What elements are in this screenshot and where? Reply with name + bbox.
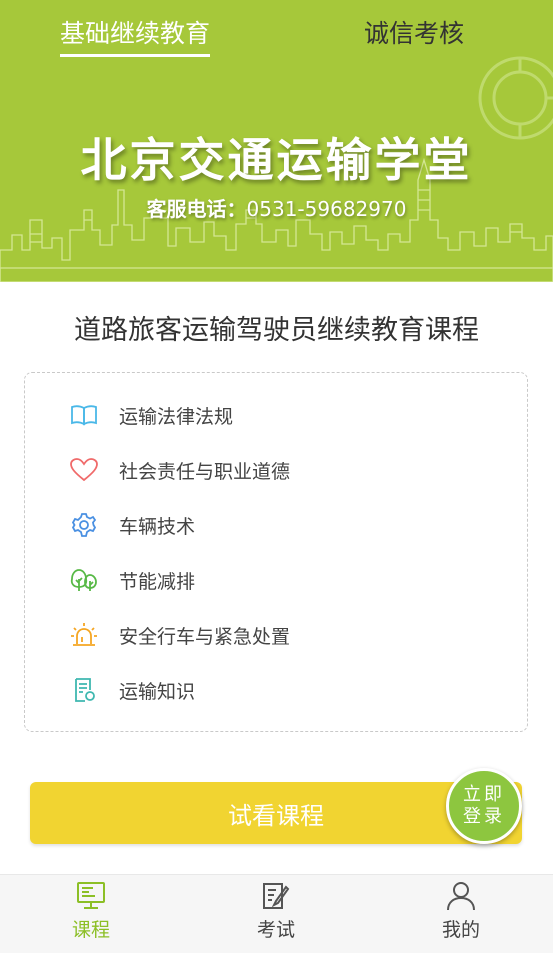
course-module-list: 运输法律法规 社会责任与职业道德 车辆技术 节能减排 安全行车与紧急处置 运输知… bbox=[24, 372, 528, 732]
top-tab-bar: 基础继续教育 诚信考核 bbox=[0, 0, 553, 60]
list-item-social-responsibility[interactable]: 社会责任与职业道德 bbox=[69, 455, 290, 485]
list-item-label: 运输知识 bbox=[119, 680, 196, 703]
list-item-regulations[interactable]: 运输法律法规 bbox=[69, 400, 233, 430]
course-title: 道路旅客运输驾驶员继续教育课程 bbox=[74, 315, 479, 346]
phone-number: 0531-59682970 bbox=[246, 197, 407, 221]
login-button-line1: 立即 bbox=[463, 784, 505, 805]
nav-label: 课程 bbox=[71, 919, 110, 941]
list-item-label: 安全行车与紧急处置 bbox=[119, 625, 291, 648]
nav-label: 考试 bbox=[256, 919, 295, 941]
tab-basic-continuing-education[interactable]: 基础继续教育 bbox=[60, 14, 211, 57]
nav-item-exam[interactable]: 考试 bbox=[231, 881, 321, 942]
list-item-safe-driving[interactable]: 安全行车与紧急处置 bbox=[69, 620, 290, 650]
nav-item-me[interactable]: 我的 bbox=[416, 881, 506, 942]
nav-item-courses[interactable]: 课程 bbox=[46, 881, 136, 942]
list-item-label: 运输法律法规 bbox=[119, 405, 234, 428]
gear-icon bbox=[69, 510, 99, 540]
login-button[interactable]: 立即 登录 bbox=[446, 768, 522, 844]
app-title: 北京交通运输学堂 bbox=[80, 133, 473, 187]
tab-integrity-assessment[interactable]: 诚信考核 bbox=[364, 14, 464, 50]
siren-icon bbox=[69, 620, 99, 650]
monitor-icon bbox=[77, 882, 105, 909]
user-icon bbox=[447, 882, 475, 911]
book-icon bbox=[69, 400, 99, 430]
service-phone: 客服电话：0531-59682970 bbox=[0, 193, 553, 222]
list-item-label: 节能减排 bbox=[119, 570, 196, 593]
login-button-line2: 登录 bbox=[463, 806, 505, 827]
phone-label: 客服电话： bbox=[146, 197, 247, 221]
bottom-nav-bar: 课程 考试 我的 bbox=[0, 874, 553, 953]
list-item-label: 社会责任与职业道德 bbox=[119, 460, 291, 483]
list-item-vehicle-technology[interactable]: 车辆技术 bbox=[69, 510, 195, 540]
heart-icon bbox=[69, 455, 99, 485]
tree-icon bbox=[69, 565, 99, 595]
list-item-energy-saving[interactable]: 节能减排 bbox=[69, 565, 195, 595]
header-banner: 基础继续教育 诚信考核 北京交通运输学堂 客服电话：0531-59682970 bbox=[0, 0, 553, 282]
document-icon bbox=[69, 675, 99, 705]
exam-paper-icon bbox=[263, 883, 290, 909]
nav-label: 我的 bbox=[441, 919, 480, 941]
list-item-label: 车辆技术 bbox=[119, 515, 196, 538]
list-item-transport-knowledge[interactable]: 运输知识 bbox=[69, 675, 195, 705]
